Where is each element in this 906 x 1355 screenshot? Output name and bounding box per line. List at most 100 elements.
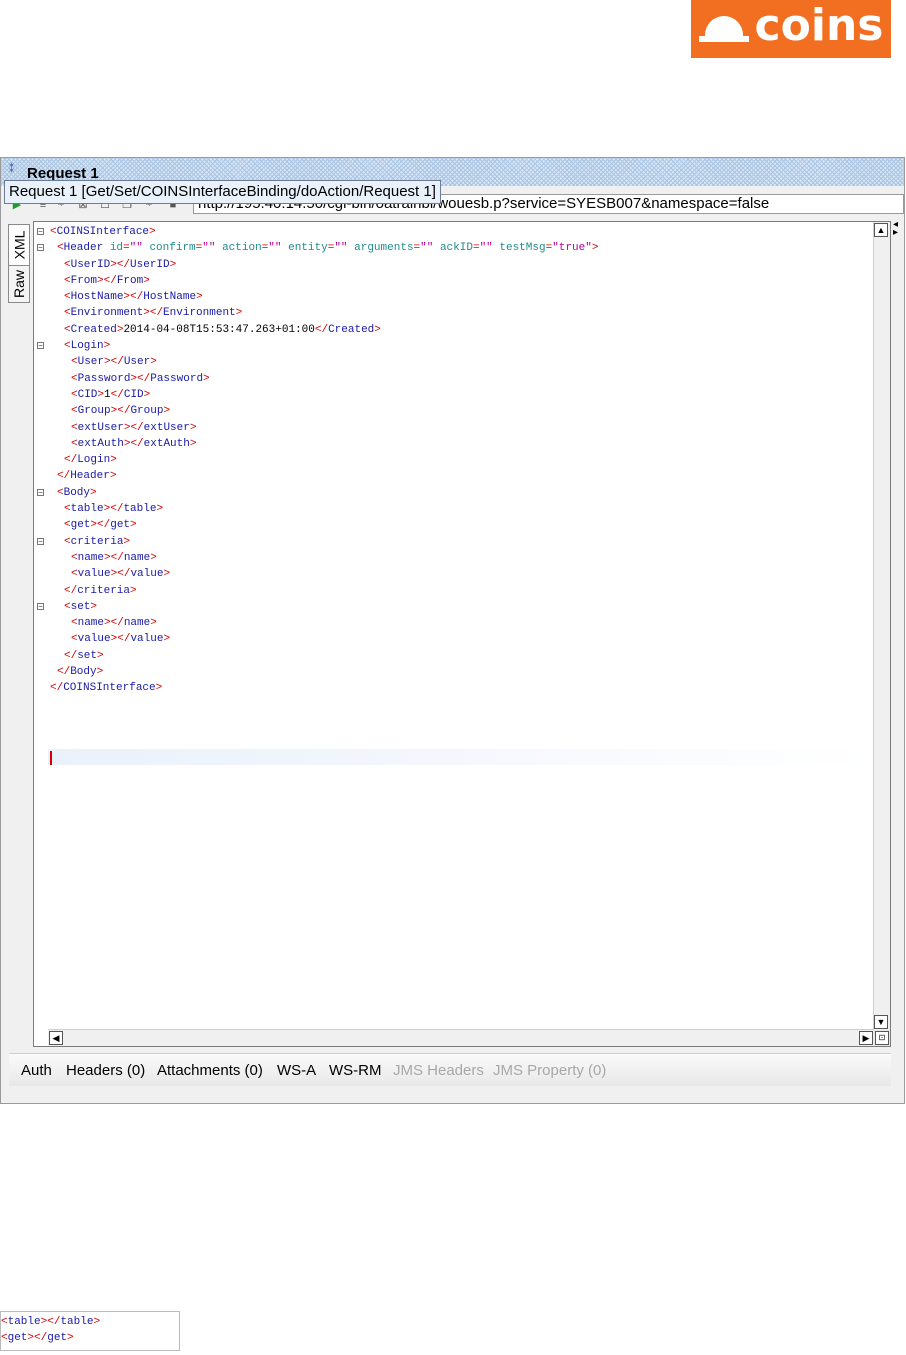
tag-name: From (116, 274, 144, 287)
tag-bracket: > (169, 258, 177, 271)
xml-editor[interactable]: − − − − − − <COINSInterface> <Header id="" con… (33, 221, 891, 1047)
tag-bracket: < (71, 421, 78, 434)
tab-xml[interactable]: XML (8, 224, 30, 266)
tag-bracket: > (67, 1332, 74, 1344)
tag-name: UserID (130, 258, 170, 271)
tag-bracket: </ (64, 649, 78, 662)
tag-bracket: > (189, 421, 197, 434)
tag-bracket: </ (57, 470, 71, 483)
code-line: <table></table> (50, 501, 598, 517)
tag-name: Environment (163, 307, 236, 320)
tag-bracket: </ (117, 568, 131, 581)
tag-bracket: </ (110, 551, 124, 564)
tag-name: table (70, 503, 104, 516)
tag-name: set (77, 649, 98, 662)
horizontal-scrollbar[interactable]: ◀ ▶ (48, 1029, 874, 1046)
tag-bracket: < (64, 503, 71, 516)
scroll-up-arrow-icon[interactable]: ▲ (874, 223, 888, 237)
tag-bracket: < (71, 388, 78, 401)
bottom-tab-ws-a[interactable]: WS-A (277, 1062, 316, 1079)
tag-bracket: < (64, 307, 71, 320)
fold-toggle-icon[interactable]: − (37, 228, 44, 236)
tag-bracket: </ (117, 633, 131, 646)
bottom-tab-attachments-0[interactable]: Attachments (0) (157, 1062, 263, 1079)
soap-request-icon: ⁑ (9, 164, 14, 175)
tag-bracket: > (110, 258, 117, 271)
fold-toggle-icon[interactable]: − (37, 488, 44, 496)
tag-bracket: < (71, 568, 78, 581)
tag-bracket: </ (130, 437, 144, 450)
tag-bracket: > (189, 437, 197, 450)
code-line: <UserID></UserID> (50, 257, 598, 273)
code-line: <name></name> (50, 615, 598, 631)
code-line: </Login> (50, 452, 598, 468)
tag-bracket: < (1, 1316, 8, 1328)
bottom-tab-ws-rm[interactable]: WS-RM (329, 1062, 382, 1079)
tag-bracket: </ (47, 1316, 61, 1328)
scroll-down-arrow-icon[interactable]: ▼ (874, 1015, 888, 1029)
attribute-name: action (215, 242, 262, 255)
tag-name: Body (70, 666, 97, 679)
request-tooltip: Request 1 [Get/Set/COINSInterfaceBinding… (4, 180, 441, 204)
tab-raw[interactable]: Raw (8, 265, 30, 303)
tag-bracket: > (143, 274, 150, 287)
tag-bracket: </ (116, 258, 131, 271)
tag-bracket: > (156, 503, 164, 516)
tag-bracket: < (71, 356, 78, 369)
vertical-scrollbar[interactable]: ▲ ▼ (873, 222, 890, 1030)
code-line: <Body> (50, 485, 598, 501)
tag-bracket: > (97, 649, 104, 662)
tag-bracket: < (50, 226, 57, 238)
code-line: <extUser></extUser> (50, 420, 598, 436)
tag-name: CID (123, 388, 144, 401)
tab-xml-label: XML (11, 230, 28, 260)
xml-code[interactable]: <COINSInterface> <Header id="" confirm=""… (50, 224, 598, 697)
request-window: ⁑ Request 1 ▶ ≡ ᵃᵖ ⊠ ☐ ❐ ᵃᵖ ■ http://195… (0, 157, 905, 1104)
tag-name: name (123, 617, 151, 630)
fold-toggle-icon[interactable]: − (37, 244, 44, 252)
fold-toggle-icon[interactable]: − (37, 537, 44, 545)
tag-name: CID (77, 388, 98, 401)
code-line: <Header id="" confirm="" action="" entit… (50, 240, 598, 256)
code-line: <name></name> (50, 550, 598, 566)
tag-name: get (7, 1332, 28, 1344)
bottom-tab-auth[interactable]: Auth (21, 1062, 52, 1079)
code-line: <criteria> (50, 534, 598, 550)
attribute-value: "" (202, 242, 216, 255)
tag-name: User (123, 356, 151, 369)
bottom-tab-jms-property-0: JMS Property (0) (493, 1062, 607, 1079)
tag-bracket: > (203, 372, 210, 385)
text-caret (50, 751, 52, 765)
code-line: <table></table> (1, 1314, 179, 1330)
zoom-icon[interactable]: ⊡ (875, 1031, 889, 1045)
tag-bracket: </ (50, 682, 64, 695)
code-line: <COINSInterface> (50, 224, 598, 240)
scroll-left-arrow-icon[interactable]: ◀ (49, 1031, 63, 1045)
code-line: <From></From> (50, 273, 598, 289)
tag-bracket: > (90, 600, 98, 613)
code-line: <extAuth></extAuth> (50, 436, 598, 452)
tag-name: Group (77, 405, 111, 418)
hard-hat-icon (698, 16, 749, 42)
tag-bracket: < (1, 1332, 8, 1344)
scroll-corner[interactable]: ⊡ (874, 1030, 890, 1046)
tag-name: table (123, 503, 157, 516)
expand-panel-icon[interactable]: ◂ ▸ (893, 220, 898, 238)
tag-bracket: </ (110, 356, 124, 369)
tag-bracket: </ (103, 274, 117, 287)
tag-bracket: > (150, 551, 157, 564)
fold-toggle-icon[interactable]: − (37, 602, 44, 610)
tag-bracket: > (374, 323, 381, 336)
tag-bracket: </ (117, 405, 131, 418)
tag-bracket: </ (97, 519, 111, 532)
code-line: <Group></Group> (50, 403, 598, 419)
tag-bracket: > (196, 291, 203, 304)
scroll-right-arrow-icon[interactable]: ▶ (859, 1031, 873, 1045)
tag-name: UserID (70, 258, 111, 271)
tag-bracket: < (64, 600, 71, 613)
tag-name: value (77, 568, 111, 581)
bottom-tab-headers-0[interactable]: Headers (0) (66, 1062, 145, 1079)
tag-bracket: > (123, 535, 131, 548)
fold-toggle-icon[interactable]: − (37, 342, 44, 350)
tag-name: Login (70, 340, 104, 353)
